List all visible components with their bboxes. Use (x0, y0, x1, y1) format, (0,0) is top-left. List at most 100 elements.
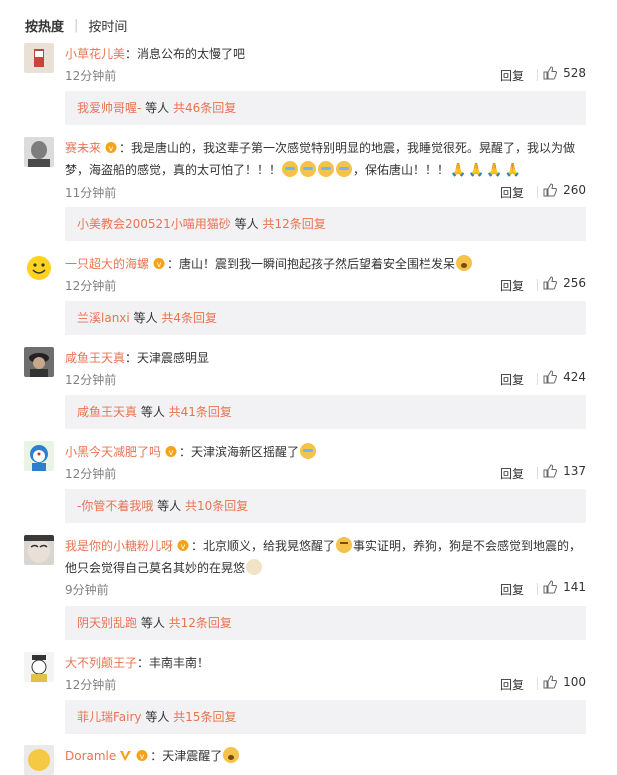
like-button[interactable]: 424 (543, 370, 586, 384)
timestamp: 12分钟前 (65, 279, 117, 293)
reply-total[interactable]: 共46条回复 (173, 101, 236, 115)
user-name[interactable]: 一只超大的海螺 (65, 257, 149, 271)
sort-by-hot-tab[interactable]: 按热度 (25, 16, 64, 35)
comment-meta: 11分钟前 回复 260 (65, 183, 586, 202)
like-button[interactable]: 137 (543, 464, 586, 478)
comment-meta: 12分钟前 回复 256 (65, 276, 586, 295)
svg-text:v: v (109, 144, 114, 153)
comment-text: 咸鱼王天真：天津震感明显 (65, 351, 210, 365)
reply-button[interactable]: 回复 (500, 184, 524, 201)
user-name[interactable]: 大不列颠王子 (65, 656, 137, 670)
divider (537, 279, 538, 291)
like-count: 141 (563, 580, 586, 594)
like-count: 100 (563, 675, 586, 689)
comment-meta: 12分钟前 回复 137 (65, 464, 586, 483)
svg-text:v: v (140, 752, 145, 761)
reply-user[interactable]: 小美教会200521小喵用猫砂 (77, 217, 231, 231)
avatar[interactable] (24, 745, 54, 775)
reply-user[interactable]: 我爱帅哥喔- (77, 101, 141, 115)
reply-summary[interactable]: 我爱帅哥喔- 等人 共46条回复 (65, 91, 586, 125)
timestamp: 12分钟前 (65, 373, 117, 387)
like-button[interactable]: 528 (543, 66, 586, 80)
member-badge-icon: v (164, 443, 179, 457)
comment-meta: 12分钟前 回复 528 (65, 66, 586, 85)
comment-text: 小草花儿美：消息公布的太慢了吧 (65, 47, 246, 61)
avatar[interactable] (24, 535, 54, 565)
avatar[interactable] (24, 253, 54, 283)
reply-total[interactable]: 共41条回复 (169, 405, 232, 419)
reply-button[interactable]: 回复 (500, 67, 524, 84)
user-name[interactable]: 小黑今天减肥了吗 (65, 445, 161, 459)
reply-user[interactable]: 咸鱼王天真 (77, 405, 137, 419)
reply-button[interactable]: 回复 (500, 277, 524, 294)
reply-total[interactable]: 共12条回复 (169, 616, 232, 630)
dog-emoji-icon (246, 559, 263, 575)
like-count: 528 (563, 66, 586, 80)
pray-emoji-icon: 🙏 (486, 163, 503, 178)
thumbs-up-icon (543, 675, 558, 689)
reply-summary[interactable]: 咸鱼王天真 等人 共41条回复 (65, 395, 586, 429)
member-badge-icon: v (104, 139, 119, 153)
user-name[interactable]: 我是你的小糖粉儿呀 (65, 539, 173, 553)
speechless-emoji-icon (336, 537, 353, 553)
reply-total[interactable]: 共4条回复 (161, 311, 217, 325)
member-badge-icon: v (135, 747, 150, 761)
reply-button[interactable]: 回复 (500, 676, 524, 693)
svg-text:v: v (169, 448, 174, 457)
surprised-emoji-icon (223, 747, 240, 763)
reply-summary[interactable]: 兰溪lanxi 等人 共4条回复 (65, 301, 586, 335)
comment-meta: 12分钟前 回复 100 (65, 675, 586, 694)
avatar[interactable] (24, 43, 54, 73)
user-name[interactable]: Doramle (65, 749, 116, 763)
thumbs-up-icon (543, 464, 558, 478)
svg-text:v: v (157, 260, 162, 269)
user-name[interactable]: 小草花儿美 (65, 47, 125, 61)
like-button[interactable]: 260 (543, 183, 586, 197)
svg-text:v: v (181, 542, 186, 551)
timestamp: 9分钟前 (65, 583, 109, 597)
like-count: 256 (563, 276, 586, 290)
thumbs-up-icon (543, 183, 558, 197)
pray-emoji-icon: 🙏 (504, 163, 521, 178)
comment-text: Doramle v ：天津震醒了 (65, 745, 586, 767)
sort-by-time-tab[interactable]: 按时间 (88, 16, 127, 35)
reply-user[interactable]: 阴天别乱跑 (77, 616, 137, 630)
reply-total[interactable]: 共15条回复 (173, 710, 236, 724)
member-badge-icon: v (152, 255, 167, 269)
reply-summary[interactable]: 菲儿瑞Fairy 等人 共15条回复 (65, 700, 586, 734)
avatar[interactable] (24, 137, 54, 167)
reply-user[interactable]: -你管不着我哦 (77, 499, 153, 513)
reply-total[interactable]: 共10条回复 (185, 499, 248, 513)
user-name[interactable]: 赛未来 (65, 141, 101, 155)
comment-meta: 9分钟前 回复 141 (65, 580, 586, 599)
reply-summary[interactable]: -你管不着我哦 等人 共10条回复 (65, 489, 586, 523)
crying-emoji-icon (318, 161, 335, 177)
comment-text: 一只超大的海螺 v ：唐山！震到我一瞬间抱起孩子然后望着安全围栏发呆 (65, 253, 586, 275)
reply-user[interactable]: 兰溪lanxi (77, 311, 130, 325)
crying-emoji-icon (282, 161, 299, 177)
timestamp: 12分钟前 (65, 69, 117, 83)
reply-button[interactable]: 回复 (500, 581, 524, 598)
thumbs-up-icon (543, 580, 558, 594)
comment-text: 大不列颠王子：丰南丰南！ (65, 656, 210, 670)
like-count: 137 (563, 464, 586, 478)
reply-summary[interactable]: 阴天别乱跑 等人 共12条回复 (65, 606, 586, 640)
thumbs-up-icon (543, 276, 558, 290)
avatar[interactable] (24, 652, 54, 682)
timestamp: 12分钟前 (65, 678, 117, 692)
reply-user[interactable]: 菲儿瑞Fairy (77, 710, 142, 724)
avatar[interactable] (24, 441, 54, 471)
like-button[interactable]: 100 (543, 675, 586, 689)
reply-summary[interactable]: 小美教会200521小喵用猫砂 等人 共12条回复 (65, 207, 586, 241)
like-button[interactable]: 256 (543, 276, 586, 290)
reply-button[interactable]: 回复 (500, 371, 524, 388)
sort-divider: | (74, 17, 79, 33)
reply-total[interactable]: 共12条回复 (262, 217, 325, 231)
pray-emoji-icon: 🙏 (468, 163, 485, 178)
avatar[interactable] (24, 347, 54, 377)
pray-emoji-icon: 🙏 (450, 163, 467, 178)
like-button[interactable]: 141 (543, 580, 586, 594)
user-name[interactable]: 咸鱼王天真 (65, 351, 125, 365)
reply-button[interactable]: 回复 (500, 465, 524, 482)
thumbs-up-icon (543, 66, 558, 80)
